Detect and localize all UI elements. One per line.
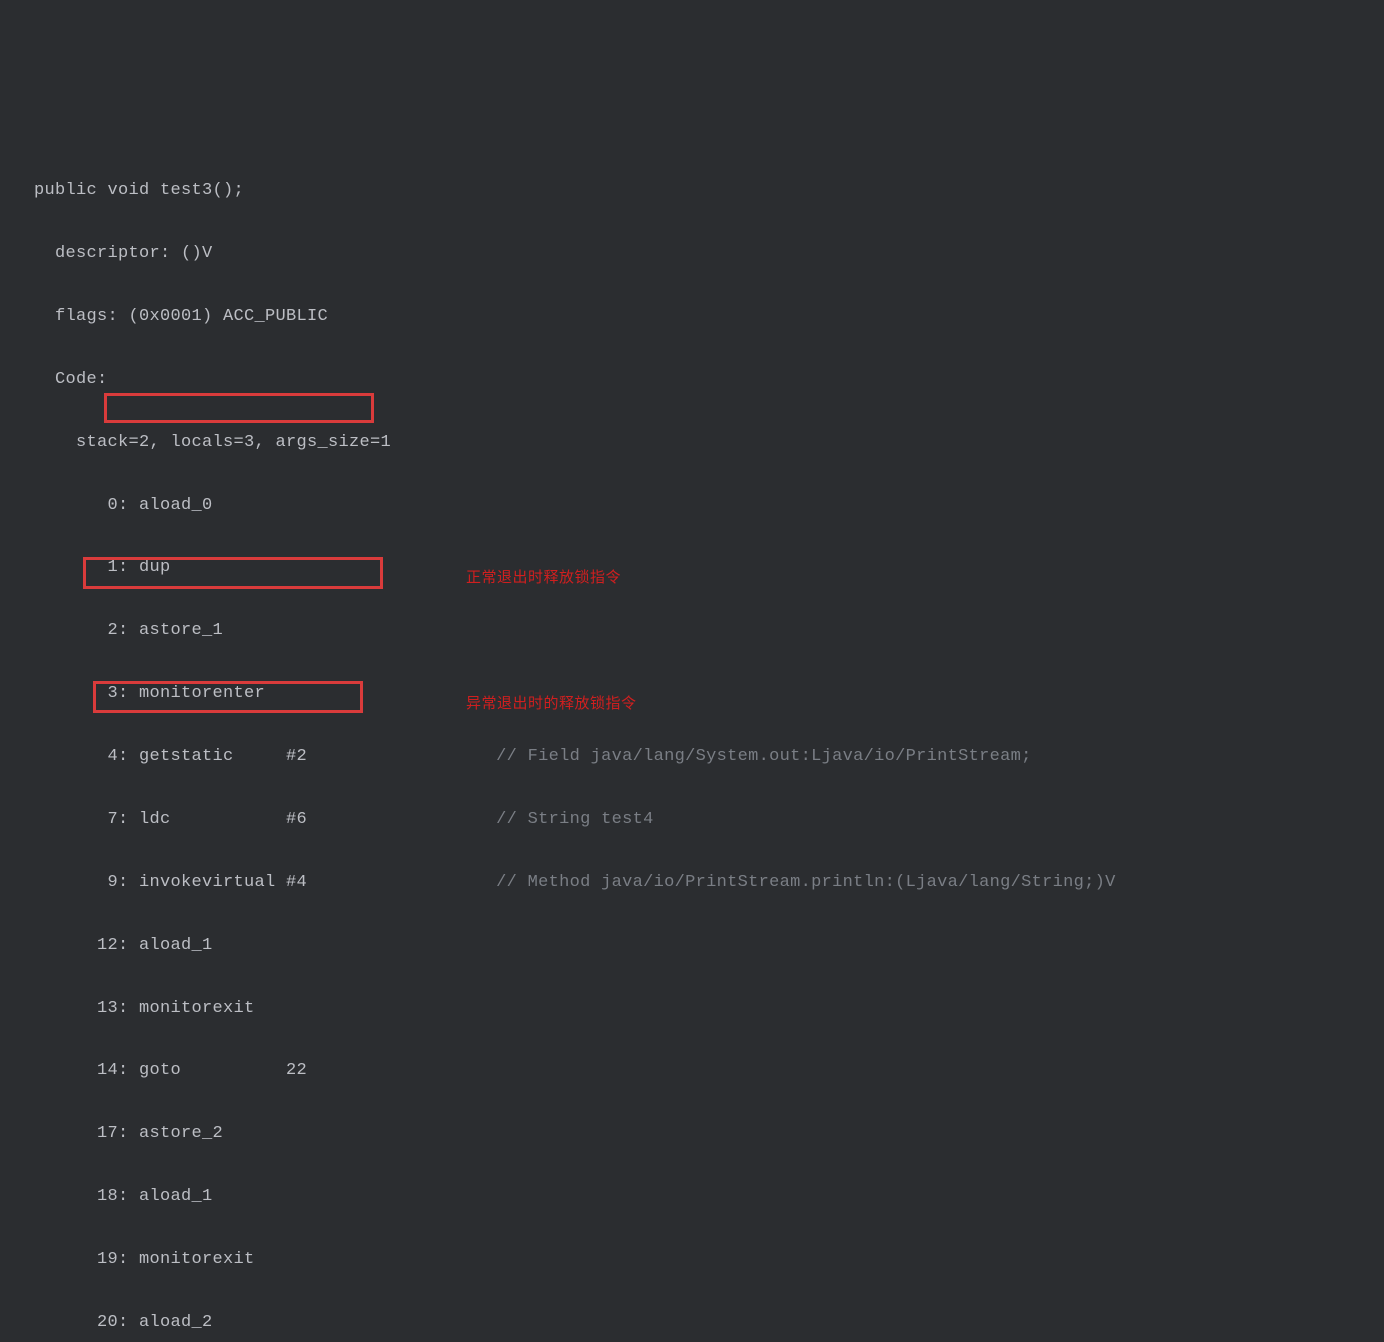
code-line: 13: monitorexit	[34, 993, 1384, 1024]
code-comment: // Method java/io/PrintStream.println:(L…	[307, 873, 1116, 892]
code-label: Code:	[34, 364, 1384, 395]
code-line: 14: goto 22	[34, 1055, 1384, 1086]
code-line: 17: astore_2	[34, 1118, 1384, 1149]
code-flags: flags: (0x0001) ACC_PUBLIC	[34, 301, 1384, 332]
code-line: 7: ldc #6 // String test4	[34, 804, 1384, 835]
code-line: 19: monitorexit	[34, 1244, 1384, 1275]
annotation-normal-exit: 正常退出时释放锁指令	[466, 564, 621, 592]
code-line: 2: astore_1	[34, 615, 1384, 646]
code-line: 0: aload_0	[34, 490, 1384, 521]
code-line: 3: monitorenter	[34, 678, 1384, 709]
code-container: public void test3(); descriptor: ()V fla…	[34, 144, 1384, 1342]
code-line: 20: aload_2	[34, 1307, 1384, 1338]
annotation-exception-exit: 异常退出时的释放锁指令	[466, 690, 637, 718]
code-line: 18: aload_1	[34, 1181, 1384, 1212]
code-line: 12: aload_1	[34, 930, 1384, 961]
highlight-box-monitorenter	[104, 393, 374, 423]
code-stack: stack=2, locals=3, args_size=1	[34, 427, 1384, 458]
code-signature: public void test3();	[34, 175, 1384, 206]
code-line: 4: getstatic #2 // Field java/lang/Syste…	[34, 741, 1384, 772]
code-descriptor: descriptor: ()V	[34, 238, 1384, 269]
code-comment: // String test4	[307, 810, 654, 829]
code-line: 1: dup	[34, 552, 1384, 583]
code-line: 9: invokevirtual #4 // Method java/io/Pr…	[34, 867, 1384, 898]
code-comment: // Field java/lang/System.out:Ljava/io/P…	[307, 747, 1032, 766]
